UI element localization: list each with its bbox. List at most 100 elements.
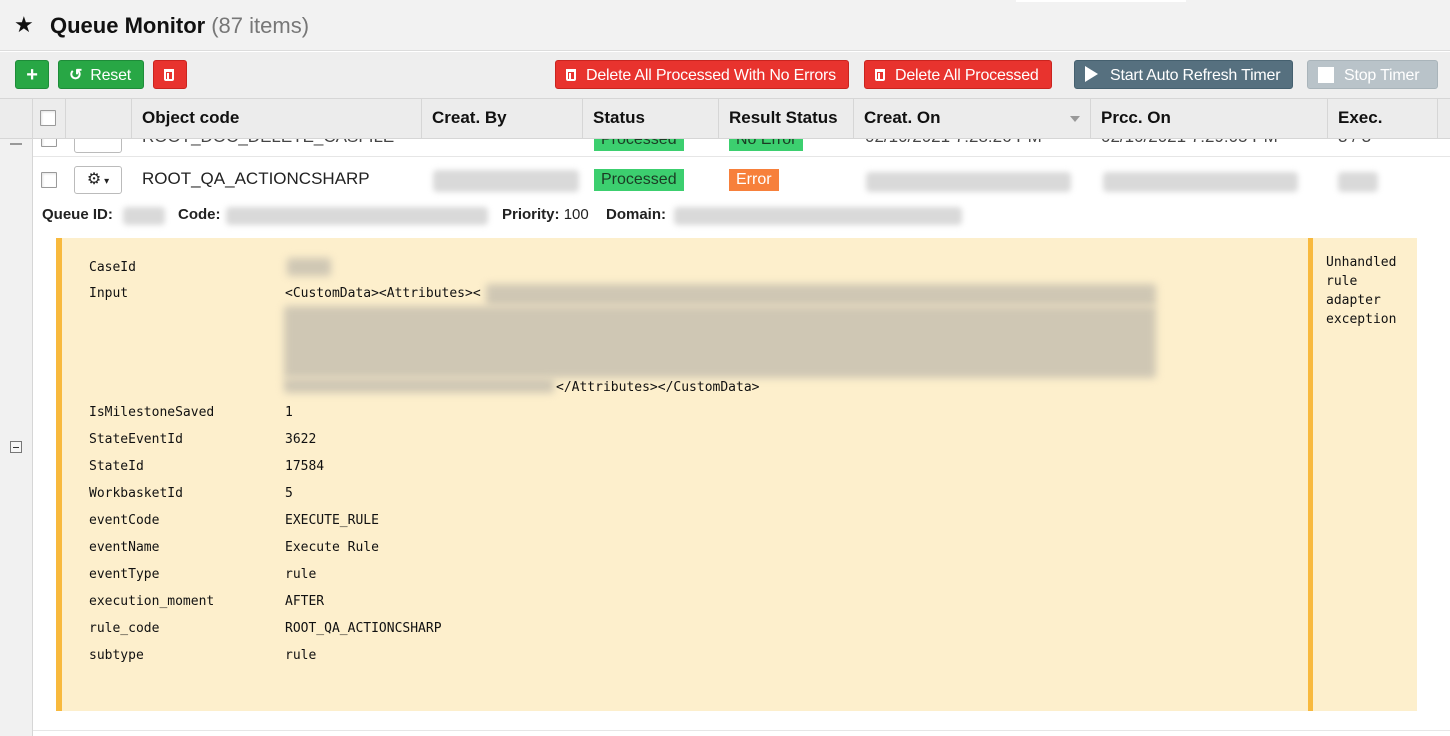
reset-button[interactable]: ↺ Reset — [58, 60, 145, 89]
delete-selected-button[interactable] — [153, 60, 187, 89]
detail-value: ROOT_QA_ACTIONCSHARP — [285, 621, 442, 636]
cell-exec-redacted — [1338, 172, 1378, 192]
detail-value: 5 — [285, 486, 293, 501]
detail-panel: CaseId Input <CustomData><Attributes>< </… — [56, 238, 1417, 711]
cell-processed-on-redacted — [1103, 172, 1298, 192]
table-row-partial: ROOT_DOC_DELETE_CASFILE Processed No Err… — [33, 139, 1450, 157]
detail-key: WorkbasketId — [89, 486, 183, 501]
undo-icon: ↺ — [69, 67, 83, 84]
detail-key: StateId — [89, 459, 144, 474]
stop-icon — [1318, 67, 1334, 83]
detail-key: eventType — [89, 567, 160, 582]
column-header-object-code[interactable]: Object code — [132, 99, 422, 138]
row-checkbox[interactable] — [41, 172, 57, 188]
detail-value: 3622 — [285, 432, 317, 447]
delete-all-processed-button[interactable]: Delete All Processed — [864, 60, 1052, 89]
page-title-text: Queue Monitor — [50, 13, 206, 38]
cell-created-on: 02/10/2021 7:28:26 PM — [865, 139, 1042, 147]
caseid-redacted — [287, 258, 331, 276]
header-select-all[interactable] — [33, 99, 66, 138]
domain-redacted — [674, 207, 962, 225]
page-title: Queue Monitor (87 items) — [50, 12, 309, 40]
item-count: (87 items) — [211, 13, 310, 38]
status-badge: Processed — [594, 169, 684, 191]
detail-key: rule_code — [89, 621, 160, 636]
queue-id-redacted — [123, 207, 165, 225]
row-gutter — [0, 139, 33, 736]
domain-label: Domain: — [606, 206, 666, 223]
start-auto-refresh-button[interactable]: Start Auto Refresh Timer — [1074, 60, 1294, 89]
title-bar: ★ Queue Monitor (87 items) — [0, 0, 1450, 51]
delete-processed-no-errors-button[interactable]: Delete All Processed With No Errors — [555, 60, 849, 89]
collapse-icon-partial[interactable] — [10, 143, 22, 145]
table-bottom — [33, 730, 1450, 736]
cell-object-code: ROOT_DOC_DELETE_CASFILE — [142, 139, 394, 147]
cell-processed-on: 02/10/2021 7:29:05 PM — [1101, 139, 1278, 147]
priority-value: 100 — [563, 206, 589, 223]
detail-value: Execute Rule — [285, 540, 379, 555]
detail-key: CaseId — [89, 260, 136, 275]
reset-label: Reset — [90, 67, 132, 84]
chevron-down-icon: ▾ — [104, 176, 110, 187]
column-header-exec[interactable]: Exec. — [1328, 99, 1438, 138]
input-redacted-1 — [486, 284, 1156, 306]
column-header-result-status[interactable]: Result Status — [719, 99, 854, 138]
trash-icon — [875, 69, 885, 81]
input-redacted-3 — [284, 378, 554, 393]
row-actions-button[interactable]: ⚙ ▾ — [74, 166, 122, 194]
delete-all-processed-label: Delete All Processed — [895, 67, 1039, 84]
select-all-checkbox[interactable] — [40, 110, 56, 126]
table-header: Object code Creat. By Status Result Stat… — [0, 98, 1450, 139]
error-message: Unhandled rule adapter exception — [1326, 255, 1397, 327]
stop-timer-label: Stop Timer — [1344, 67, 1420, 84]
code-redacted — [226, 207, 488, 225]
play-icon — [1085, 66, 1098, 82]
trash-icon — [566, 69, 576, 81]
result-status-badge: No Error — [729, 139, 804, 151]
detail-value: EXECUTE_RULE — [285, 513, 379, 528]
collapse-row-icon[interactable] — [10, 441, 22, 453]
delete-processed-no-errors-label: Delete All Processed With No Errors — [586, 67, 836, 84]
detail-value: rule — [285, 648, 317, 663]
result-status-badge: Error — [729, 169, 779, 191]
detail-key: eventCode — [89, 513, 160, 528]
sort-desc-icon — [1070, 116, 1080, 122]
start-auto-refresh-label: Start Auto Refresh Timer — [1110, 67, 1281, 84]
code-label: Code: — [178, 206, 221, 223]
column-header-processed-on[interactable]: Prcc. On — [1091, 99, 1328, 138]
queue-id-label: Queue ID: — [42, 206, 113, 223]
detail-separator — [1308, 238, 1313, 711]
stop-timer-button[interactable]: Stop Timer — [1307, 60, 1438, 89]
detail-key: subtype — [89, 648, 144, 663]
detail-value: AFTER — [285, 594, 325, 609]
star-icon[interactable]: ★ — [14, 11, 34, 39]
gear-icon: ⚙ — [86, 171, 102, 188]
column-header-status[interactable]: Status — [583, 99, 719, 138]
header-expand-col — [0, 99, 33, 138]
cell-created-by-redacted — [433, 170, 579, 192]
row-checkbox[interactable] — [41, 139, 57, 147]
table-row[interactable]: ⚙ ▾ ROOT_QA_ACTIONCSHARP Processed Error — [33, 158, 1450, 203]
header-actions-col — [66, 99, 132, 138]
input-redacted-2 — [284, 306, 1156, 378]
toolbar: + ↺ Reset Delete All Processed With No Er… — [0, 52, 1450, 98]
add-button[interactable]: + — [15, 60, 49, 89]
detail-key: Input — [89, 286, 129, 301]
detail-key: StateEventId — [89, 432, 183, 447]
detail-key: IsMilestoneSaved — [89, 405, 215, 420]
cell-created-on-redacted — [866, 172, 1071, 192]
detail-key: execution_moment — [89, 594, 215, 609]
priority-label: Priority: — [502, 206, 560, 223]
input-tail-text: </Attributes></CustomData> — [556, 380, 760, 395]
row-actions-button[interactable] — [74, 139, 122, 153]
detail-value: <CustomData><Attributes>< — [285, 286, 481, 301]
status-badge: Processed — [594, 139, 684, 151]
tab-indicator — [1016, 0, 1186, 2]
column-header-created-by[interactable]: Creat. By — [422, 99, 583, 138]
detail-value: 17584 — [285, 459, 325, 474]
detail-value: rule — [285, 567, 317, 582]
detail-key: eventName — [89, 540, 160, 555]
trash-icon — [164, 69, 174, 81]
cell-object-code: ROOT_QA_ACTIONCSHARP — [142, 169, 370, 188]
column-header-created-on[interactable]: Creat. On — [854, 99, 1091, 138]
